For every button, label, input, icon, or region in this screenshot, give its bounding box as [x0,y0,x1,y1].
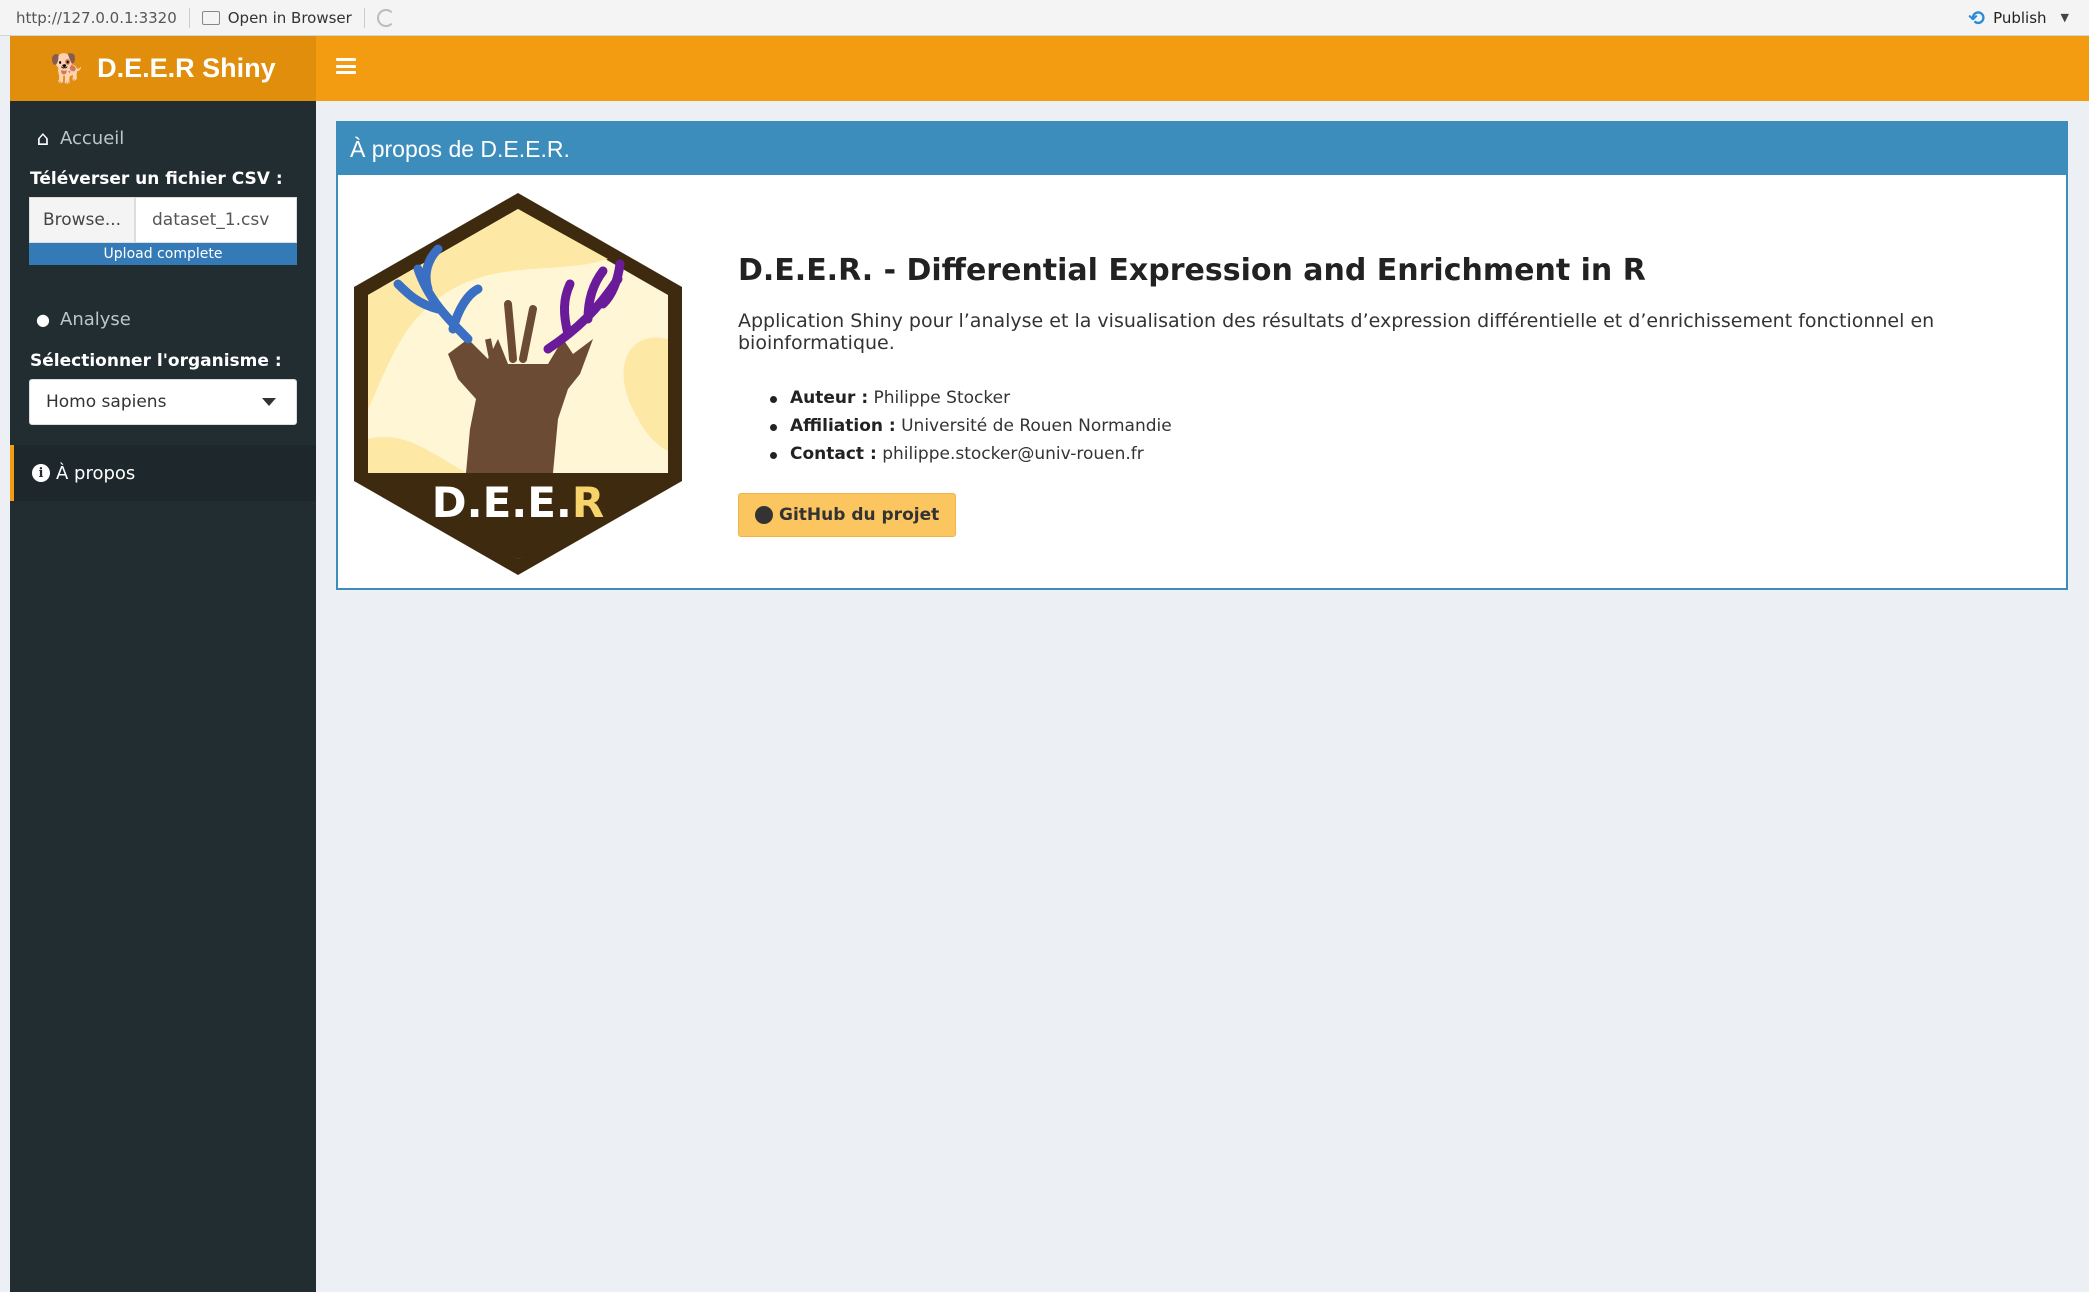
upload-label: Téléverser un fichier CSV : [30,169,283,189]
organism-selected-value: Homo sapiens [46,392,167,412]
open-in-browser-label: Open in Browser [227,8,352,27]
publish-button[interactable]: ⟲ Publish ▼ [1968,6,2069,30]
viewer-toolbar: http://127.0.0.1:3320 Open in Browser ⟲ … [0,0,2089,36]
info-icon: i [32,464,50,482]
sidebar-item-label: Analyse [60,308,131,330]
open-window-icon [201,10,220,25]
fire-icon: ● [36,309,50,329]
sidebar-toggle-icon[interactable] [336,58,356,74]
organism-label: Sélectionner l'organisme : [30,351,282,371]
about-box: À propos de D.E.E.R. D.E.E.R D.E.E.R. - … [336,121,2068,590]
chevron-down-icon [262,398,276,406]
home-icon: ⌂ [36,126,50,150]
author-value: Philippe Stocker [873,388,1011,408]
file-upload-input[interactable]: Browse... dataset_1.csv [29,197,297,243]
affiliation-value: Université de Rouen Normandie [901,416,1172,436]
box-title: À propos de D.E.E.R. [338,123,2066,175]
organism-select[interactable]: Homo sapiens [29,379,297,425]
logo-text: D.E.E.R [432,478,604,527]
deer-hex-logo: D.E.E.R [354,193,682,575]
window-edge [0,36,10,1292]
list-item: Contact : philippe.stocker@univ-rouen.fr [770,444,2046,464]
list-item: Auteur : Philippe Stocker [770,388,2046,408]
info-list: Auteur : Philippe Stocker Affiliation : … [770,388,2046,464]
github-button-label: GitHub du projet [779,505,940,525]
app-logo[interactable]: 🐕 D.E.E.R Shiny [10,36,316,101]
app-description: Application Shiny pour l’analyse et la v… [738,310,1935,354]
file-name-field[interactable]: dataset_1.csv [135,197,297,243]
github-button[interactable]: GitHub du projet [738,493,957,537]
upload-status: Upload complete [103,246,223,262]
sidebar-item-home[interactable]: ⌂ Accueil [10,113,316,163]
sidebar: ⌂ Accueil Téléverser un fichier CSV : Br… [10,101,316,1292]
sidebar-item-label: À propos [56,462,136,484]
contact-key: Contact : [790,444,877,464]
author-key: Auteur : [790,388,869,408]
sidebar-item-analyse[interactable]: ● Analyse [10,291,316,347]
open-in-browser-button[interactable]: Open in Browser [201,8,352,27]
sidebar-item-label: Accueil [60,127,125,149]
list-item: Affiliation : Université de Rouen Norman… [770,416,2046,436]
chevron-down-icon: ▼ [2060,11,2069,24]
publish-icon: ⟲ [1968,5,1986,30]
affiliation-key: Affiliation : [790,416,896,436]
app-title: D.E.E.R Shiny [97,53,276,83]
viewer-url[interactable]: http://127.0.0.1:3320 [0,9,177,27]
dog-icon: 🐕 [50,53,86,84]
toolbar-separator [188,7,190,28]
github-icon [755,506,773,524]
about-content: D.E.E.R. - Differential Expression and E… [738,253,2046,472]
app-heading: D.E.E.R. - Differential Expression and E… [738,253,1646,288]
refresh-icon[interactable] [376,8,395,27]
browse-button[interactable]: Browse... [29,197,135,243]
contact-value: philippe.stocker@univ-rouen.fr [882,444,1144,464]
publish-label: Publish [1993,8,2047,27]
top-navbar [316,36,2089,101]
upload-progress-bar: Upload complete [29,243,297,265]
sidebar-item-about[interactable]: i À propos [10,445,316,501]
toolbar-separator [363,7,365,28]
